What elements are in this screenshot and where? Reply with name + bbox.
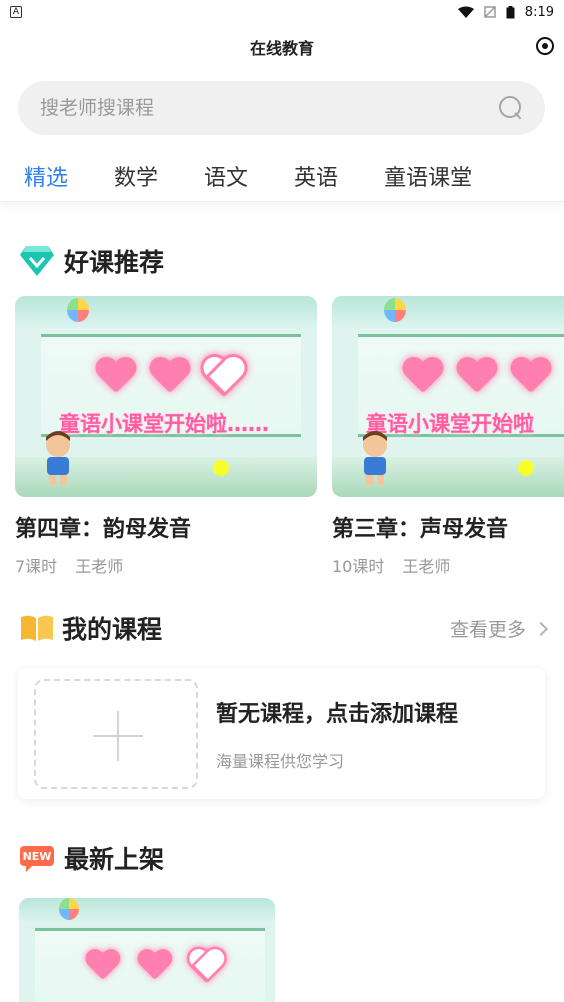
cover-text: 童语小课堂开始啦…… [59, 412, 269, 436]
heart-icon [402, 358, 442, 394]
empty-course-subtitle: 海量课程供您学习 [216, 751, 345, 771]
empty-course-title[interactable]: 暂无课程，点击添加课程 [216, 696, 458, 728]
status-left: A [10, 6, 22, 18]
battery-icon [506, 5, 515, 19]
course-meta: 10课时 王老师 [332, 553, 564, 577]
view-more-link[interactable]: 查看更多 [450, 615, 549, 642]
section-title-recommended: 好课推荐 [64, 248, 165, 277]
search-input[interactable] [40, 97, 499, 119]
heart-icon [189, 950, 223, 981]
course-title: 第三章：声母发音 [332, 517, 509, 542]
wifi-icon [457, 6, 474, 18]
section-recommended: 好课推荐 [20, 243, 164, 279]
heart-icon [85, 950, 119, 981]
tab-featured[interactable]: 精选 [24, 160, 68, 192]
tab-kids-class[interactable]: 童语课堂 [384, 160, 472, 192]
add-course-button[interactable] [34, 678, 198, 789]
empty-course-card[interactable]: 暂无课程，点击添加课程 海量课程供您学习 [18, 668, 545, 799]
scan-icon[interactable] [536, 37, 554, 55]
status-right: 8:19 [457, 4, 554, 20]
diamond-icon [20, 245, 54, 277]
top-bar: 在线教育 [0, 24, 564, 70]
section-title-my-courses: 我的课程 [62, 615, 163, 644]
page-title: 在线教育 [249, 39, 314, 58]
course-lessons: 7课时 [15, 557, 58, 576]
heart-icon [149, 358, 189, 394]
section-new-arrivals: NEW 最新上架 [20, 840, 164, 876]
boy-illustration [363, 431, 387, 485]
search-icon[interactable] [499, 96, 523, 120]
hearts-decoration [402, 358, 550, 394]
category-tabs: 精选 数学 语文 英语 童语课堂 [0, 150, 564, 202]
new-course-cover[interactable] [19, 898, 275, 1002]
balloon-icon [384, 298, 406, 322]
book-icon [20, 614, 53, 642]
tab-chinese[interactable]: 语文 [204, 160, 248, 192]
course-teacher: 王老师 [402, 557, 451, 576]
hearts-decoration [85, 950, 229, 986]
empty-course-info: 暂无课程，点击添加课程 海量课程供您学习 [216, 696, 458, 772]
course-lessons: 10课时 [332, 557, 385, 576]
notification-a-icon: A [10, 6, 22, 18]
search-bar[interactable] [18, 81, 545, 135]
balloon-icon [67, 298, 89, 322]
section-my-courses: 我的课程 [20, 610, 162, 646]
recommended-carousel[interactable]: 童语小课堂开始啦…… 第四章：韵母发音 7课时 王老师 童语小课堂开始啦 第三章… [15, 296, 564, 586]
course-cover: 童语小课堂开始啦…… [15, 296, 317, 497]
tab-math[interactable]: 数学 [114, 160, 158, 192]
chevron-right-icon[interactable] [533, 621, 549, 637]
heart-icon [456, 358, 496, 394]
course-card[interactable]: 童语小课堂开始啦…… 第四章：韵母发音 7课时 王老师 [15, 296, 317, 577]
course-cover: 童语小课堂开始啦 [332, 296, 564, 497]
heart-icon [510, 358, 550, 394]
section-title-new-arrivals: 最新上架 [64, 845, 165, 874]
heart-icon [203, 358, 243, 394]
hearts-decoration [95, 358, 243, 394]
new-badge-icon: NEW [20, 844, 54, 872]
new-badge-text: NEW [23, 850, 52, 863]
balloon-icon [59, 898, 79, 920]
course-teacher: 王老师 [75, 557, 124, 576]
status-time: 8:19 [524, 4, 554, 20]
course-card[interactable]: 童语小课堂开始啦 第三章：声母发音 10课时 王老师 [332, 296, 564, 577]
view-more-label[interactable]: 查看更多 [450, 615, 526, 642]
tab-english[interactable]: 英语 [294, 160, 338, 192]
heart-icon [137, 950, 171, 981]
course-meta: 7课时 王老师 [15, 553, 317, 577]
heart-icon [95, 358, 135, 394]
course-title: 第四章：韵母发音 [15, 517, 192, 542]
boy-illustration [46, 431, 70, 485]
status-bar: A 8:19 [0, 0, 564, 24]
sim-off-icon [484, 6, 496, 18]
